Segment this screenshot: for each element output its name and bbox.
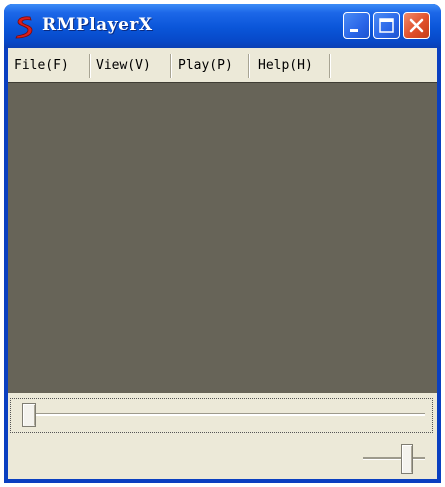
menu-separator [329,54,331,78]
seek-track[interactable] [22,413,425,416]
app-window: RMPlayerX File(F) View(V) Play(P) Help(H… [4,4,441,483]
minimize-icon [350,29,358,32]
menu-view[interactable]: View(V) [94,55,153,77]
menu-separator [248,54,250,78]
seek-slider-thumb[interactable] [22,403,36,427]
menu-separator [170,54,172,78]
client-area: File(F) View(V) Play(P) Help(H) [8,48,437,479]
maximize-button[interactable] [373,12,400,39]
volume-area [8,438,437,479]
app-logo-icon [15,16,33,39]
volume-slider-thumb[interactable] [400,444,413,474]
title-bar[interactable]: RMPlayerX [4,4,441,48]
menu-help[interactable]: Help(H) [256,55,315,77]
window-title: RMPlayerX [42,15,153,35]
seek-bar-area [8,393,437,438]
volume-track[interactable] [363,457,425,460]
maximize-icon [379,18,394,33]
video-display[interactable] [8,82,437,393]
menu-separator [89,54,91,78]
menu-bar: File(F) View(V) Play(P) Help(H) [8,48,437,82]
minimize-button[interactable] [343,12,370,39]
menu-file[interactable]: File(F) [12,55,71,77]
menu-play[interactable]: Play(P) [176,55,235,77]
close-icon [409,18,424,33]
close-button[interactable] [403,12,430,39]
